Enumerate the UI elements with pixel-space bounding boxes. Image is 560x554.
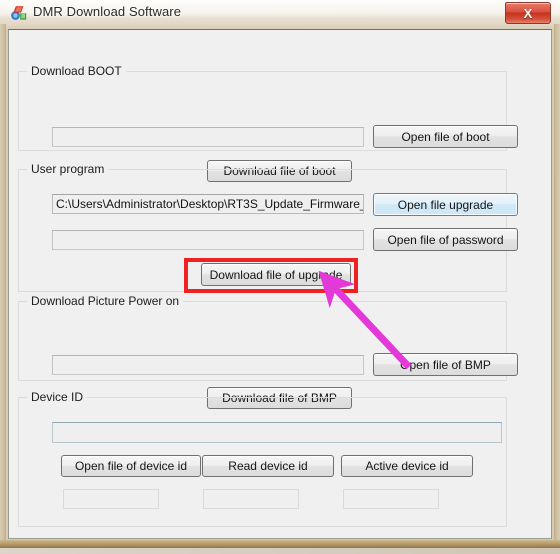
- frame-bottom-border: [0, 540, 560, 548]
- download-file-of-upgrade-button[interactable]: Download file of upgrade: [201, 263, 351, 286]
- window-title: DMR Download Software: [33, 4, 182, 19]
- device-id-field-1[interactable]: [63, 489, 159, 509]
- bmp-path-input[interactable]: [52, 355, 364, 375]
- active-device-id-label: Active device id: [365, 459, 449, 473]
- active-device-id-button[interactable]: Active device id: [341, 455, 473, 477]
- open-file-of-boot-label: Open file of boot: [401, 129, 490, 144]
- window-frame: DMR Download Software X Download BOOT Op…: [0, 0, 560, 548]
- read-device-id-label: Read device id: [228, 459, 308, 473]
- open-file-of-password-button[interactable]: Open file of password: [373, 228, 518, 251]
- boot-path-input[interactable]: [52, 127, 364, 147]
- open-file-of-bmp-button[interactable]: Open file of BMP: [373, 353, 518, 376]
- desktop-background: DMR Download Software X Download BOOT Op…: [0, 0, 560, 554]
- title-bar[interactable]: DMR Download Software X: [0, 0, 560, 28]
- close-button[interactable]: X: [505, 2, 551, 24]
- close-icon: X: [523, 5, 533, 21]
- download-file-of-upgrade-label: Download file of upgrade: [209, 267, 343, 282]
- frame-right-border: [554, 24, 560, 548]
- open-file-of-bmp-label: Open file of BMP: [400, 357, 491, 372]
- open-file-of-boot-button[interactable]: Open file of boot: [373, 125, 518, 148]
- app-shapes-icon: [10, 5, 27, 22]
- user-program-path-input[interactable]: C:\Users\Administrator\Desktop\RT3S_Upda…: [52, 194, 364, 214]
- client-area: Download BOOT Open file of boot Download…: [8, 29, 552, 539]
- frame-left-border: [0, 24, 6, 548]
- open-file-upgrade-button[interactable]: Open file upgrade: [373, 193, 518, 216]
- group-user-program-title: User program: [27, 162, 109, 176]
- device-id-field-2[interactable]: [203, 489, 299, 509]
- open-file-of-password-label: Open file of password: [387, 232, 504, 247]
- read-device-id-button[interactable]: Read device id: [202, 455, 334, 477]
- group-device-id-title: Device ID: [27, 390, 88, 404]
- device-id-field-3[interactable]: [343, 489, 439, 509]
- password-file-input[interactable]: [52, 230, 364, 250]
- group-download-boot-title: Download BOOT: [27, 64, 126, 78]
- open-file-upgrade-label: Open file upgrade: [397, 197, 494, 212]
- device-id-input[interactable]: [52, 422, 502, 443]
- group-download-picture-title: Download Picture Power on: [27, 294, 184, 308]
- open-file-of-device-id-button[interactable]: Open file of device id: [61, 455, 201, 477]
- open-file-of-device-id-label: Open file of device id: [74, 459, 188, 473]
